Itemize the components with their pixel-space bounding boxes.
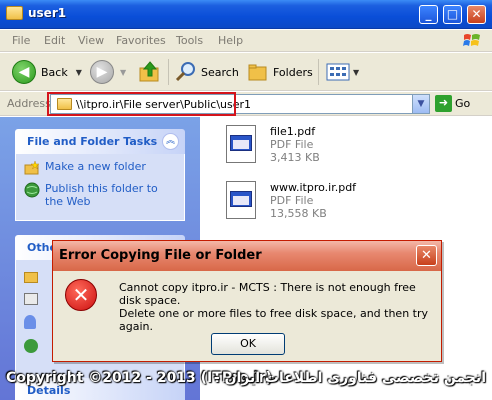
make-new-folder-link[interactable]: Make a new folder bbox=[24, 160, 176, 176]
menu-file[interactable]: File bbox=[12, 34, 30, 47]
file-type: PDF File bbox=[270, 194, 314, 207]
folder-icon bbox=[24, 272, 38, 283]
go-button[interactable]: ➜ Go bbox=[435, 95, 470, 112]
chevron-down-icon: ▼ bbox=[120, 67, 127, 77]
go-arrow-icon: ➜ bbox=[435, 95, 452, 112]
up-folder-button[interactable] bbox=[138, 60, 162, 84]
file-folder-tasks-panel: File and Folder Tasks ︽ Make a new folde… bbox=[15, 129, 185, 221]
chevron-down-icon: ▼ bbox=[353, 67, 360, 77]
error-message: Cannot copy itpro.ir - MCTS : There is n… bbox=[119, 281, 416, 307]
title-bar: user1 _ □ ✕ bbox=[0, 0, 492, 29]
windows-logo-icon bbox=[463, 34, 480, 46]
folders-label: Folders bbox=[273, 65, 313, 79]
folders-button[interactable]: Folders bbox=[247, 60, 313, 84]
pdf-file-icon bbox=[224, 181, 258, 221]
task-label: Make a new folder bbox=[45, 160, 146, 173]
address-highlight-box bbox=[47, 92, 236, 116]
menu-help[interactable]: Help bbox=[218, 34, 243, 47]
task-label: Publish this folder to the Web bbox=[45, 182, 158, 208]
error-hint: Delete one or more files to free disk sp… bbox=[119, 307, 429, 333]
task-list: Make a new folder Publish this folder to… bbox=[15, 154, 185, 221]
publish-web-icon bbox=[24, 182, 40, 198]
file-folder-tasks-header[interactable]: File and Folder Tasks ︽ bbox=[15, 129, 185, 154]
search-icon bbox=[175, 62, 195, 82]
back-arrow-icon: ◀ bbox=[12, 60, 36, 84]
watermark-persian: انجمن تخصصی فناوری اطلاعات ایران - bbox=[213, 370, 486, 386]
file-name: file1.pdf bbox=[270, 125, 316, 138]
menu-favorites[interactable]: Favorites bbox=[116, 34, 166, 47]
toolbar: ◀ Back ▼ ▶ ▼ Search Folders ▼ bbox=[0, 53, 492, 91]
ok-button[interactable]: OK bbox=[211, 333, 285, 355]
collapse-icon[interactable]: ︽ bbox=[162, 133, 179, 150]
address-dropdown-icon[interactable]: ▼ bbox=[412, 95, 429, 113]
menu-bar: File Edit View Favorites Tools Help bbox=[0, 30, 492, 52]
views-button[interactable]: ▼ bbox=[326, 60, 359, 84]
chevron-down-icon: ▼ bbox=[75, 67, 82, 77]
window-title: user1 bbox=[28, 6, 67, 20]
dialog-title-bar: Error Copying File or Folder ✕ bbox=[53, 241, 441, 271]
error-dialog: Error Copying File or Folder ✕ ✕ Cannot … bbox=[52, 240, 442, 362]
minimize-button[interactable]: _ bbox=[419, 5, 438, 24]
toolbar-divider bbox=[318, 59, 319, 85]
search-button[interactable]: Search bbox=[175, 60, 239, 84]
dialog-title: Error Copying File or Folder bbox=[59, 248, 262, 263]
menu-view[interactable]: View bbox=[78, 34, 104, 47]
new-folder-icon bbox=[24, 160, 40, 175]
publish-web-link[interactable]: Publish this folder to the Web bbox=[24, 182, 176, 208]
back-button[interactable]: ◀ Back ▼ bbox=[12, 60, 82, 84]
address-label: Address bbox=[7, 97, 51, 110]
watermark: Copyright ©2012 - 2013 (ITPro.ir) انجمن … bbox=[6, 370, 486, 390]
panel-title: File and Folder Tasks bbox=[27, 135, 158, 148]
go-label: Go bbox=[455, 97, 471, 110]
folders-icon bbox=[248, 64, 267, 81]
file-type: PDF File bbox=[270, 138, 314, 151]
maximize-button[interactable]: □ bbox=[443, 5, 462, 24]
folder-icon bbox=[6, 6, 23, 20]
network-icon bbox=[24, 339, 38, 353]
forward-arrow-icon: ▶ bbox=[90, 60, 114, 84]
up-folder-icon bbox=[139, 61, 159, 82]
toolbar-divider bbox=[168, 59, 169, 85]
file-size: 13,558 KB bbox=[270, 207, 327, 220]
error-icon: ✕ bbox=[65, 279, 97, 311]
search-label: Search bbox=[201, 65, 239, 79]
menu-tools[interactable]: Tools bbox=[176, 34, 203, 47]
documents-icon bbox=[24, 293, 38, 305]
forward-button[interactable]: ▶ ▼ bbox=[90, 60, 126, 84]
file-item[interactable]: www.itpro.ir.pdf PDF File 13,558 KB bbox=[224, 181, 356, 221]
file-item[interactable]: file1.pdf PDF File 3,413 KB bbox=[224, 125, 320, 165]
dialog-close-button[interactable]: ✕ bbox=[416, 245, 437, 266]
file-name: www.itpro.ir.pdf bbox=[270, 181, 357, 194]
back-label: Back bbox=[41, 65, 68, 79]
user-icon bbox=[24, 315, 36, 329]
pdf-file-icon bbox=[224, 125, 258, 165]
address-bar: Address \\itpro.ir\File server\Public\us… bbox=[0, 92, 492, 116]
menu-edit[interactable]: Edit bbox=[44, 34, 65, 47]
file-size: 3,413 KB bbox=[270, 151, 320, 164]
views-icon bbox=[326, 63, 350, 81]
close-button[interactable]: ✕ bbox=[467, 5, 486, 24]
